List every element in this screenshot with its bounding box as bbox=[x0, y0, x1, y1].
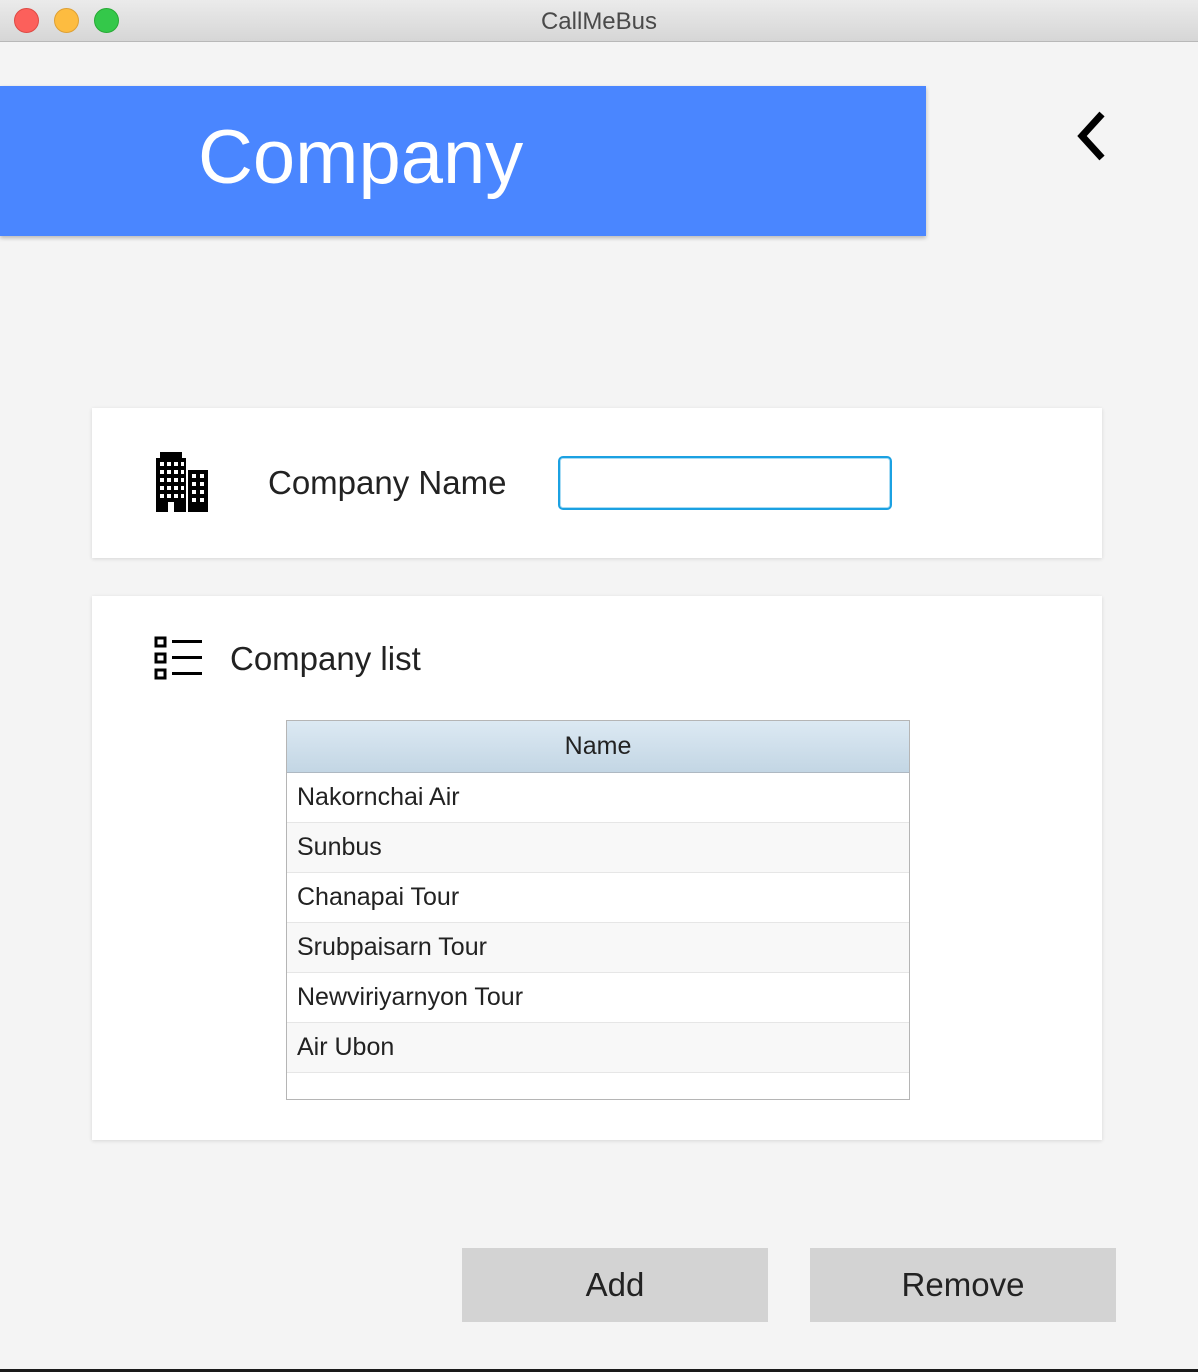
company-name-card: Company Name bbox=[92, 408, 1102, 558]
building-icon bbox=[156, 452, 208, 512]
company-name-input[interactable] bbox=[558, 456, 892, 510]
company-table[interactable]: Name Nakornchai Air Sunbus Chanapai Tour… bbox=[286, 720, 910, 1100]
company-list-card: Company list Name Nakornchai Air Sunbus … bbox=[92, 596, 1102, 1140]
table-body: Nakornchai Air Sunbus Chanapai Tour Srub… bbox=[287, 773, 909, 1073]
table-row[interactable]: Sunbus bbox=[287, 823, 909, 873]
back-button[interactable] bbox=[1066, 106, 1118, 166]
chevron-left-icon bbox=[1077, 111, 1105, 161]
table-row[interactable]: Chanapai Tour bbox=[287, 873, 909, 923]
page-title: Company bbox=[198, 115, 524, 200]
table-row[interactable]: Air Ubon bbox=[287, 1023, 909, 1073]
company-name-label: Company Name bbox=[268, 464, 507, 501]
remove-button[interactable]: Remove bbox=[810, 1248, 1116, 1322]
window-titlebar: CallMeBus bbox=[0, 0, 1198, 42]
window-title: CallMeBus bbox=[540, 8, 658, 35]
table-row[interactable]: Srubpaisarn Tour bbox=[287, 923, 909, 973]
company-list-label: Company list bbox=[230, 640, 421, 677]
table-row[interactable]: Nakornchai Air bbox=[287, 773, 909, 823]
table-row[interactable]: Newviriyarnyon Tour bbox=[287, 973, 909, 1023]
add-button[interactable]: Add bbox=[462, 1248, 768, 1322]
table-header-name[interactable]: Name bbox=[287, 721, 909, 773]
list-icon bbox=[154, 636, 202, 680]
